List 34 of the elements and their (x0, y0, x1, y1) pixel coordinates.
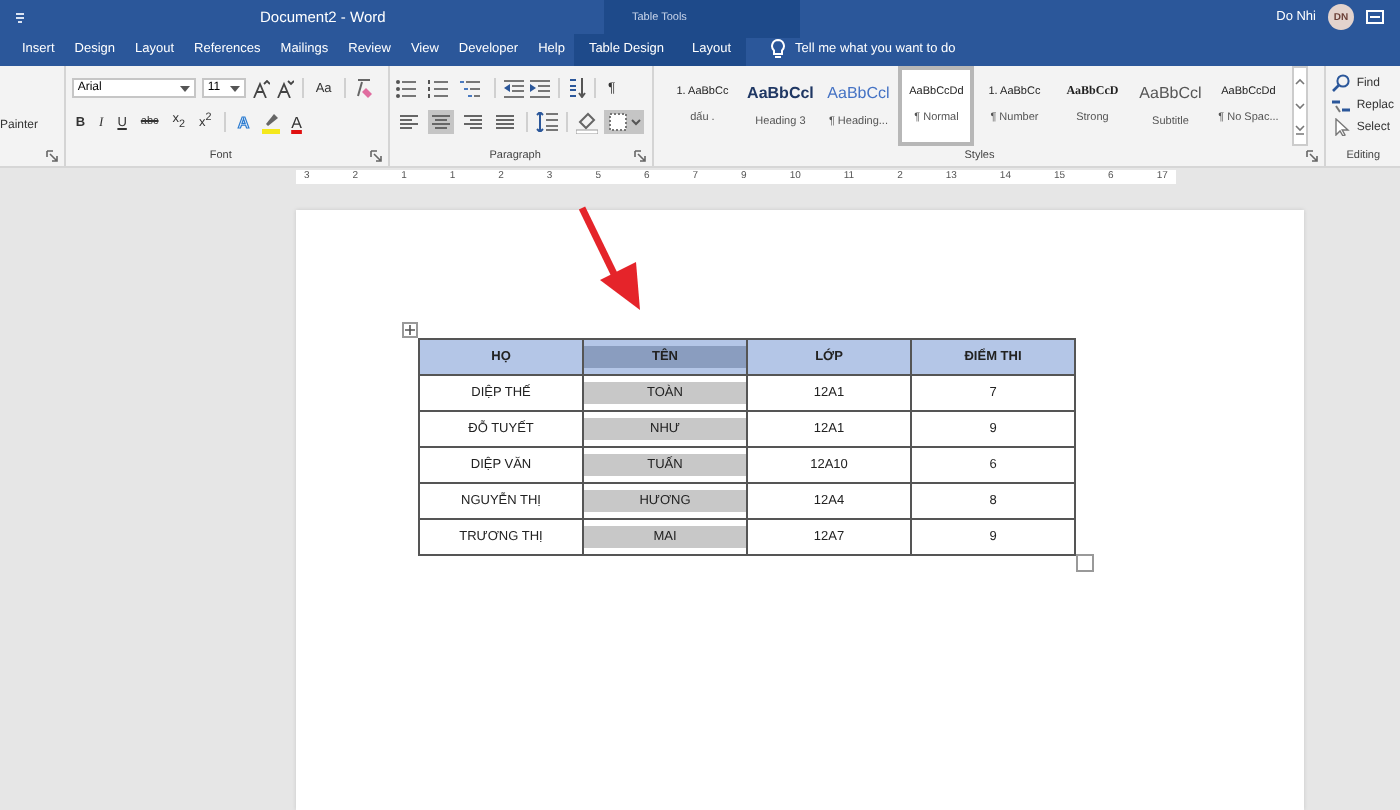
lightbulb-icon (769, 38, 786, 61)
dialog-launcher-icon[interactable] (45, 149, 58, 162)
table-move-handle-icon[interactable] (402, 321, 418, 338)
cursor-icon (1332, 118, 1351, 137)
grow-font-icon[interactable] (251, 79, 270, 98)
dialog-launcher-icon[interactable] (1306, 149, 1319, 162)
borders-icon[interactable] (603, 110, 644, 135)
align-center-icon[interactable] (427, 110, 454, 135)
caret-icon[interactable] (229, 85, 240, 92)
ribbon-display-icon[interactable] (1366, 10, 1384, 25)
gallery-scroll-icon[interactable] (1292, 65, 1309, 146)
align-right-icon[interactable] (459, 110, 486, 135)
decrease-indent-icon[interactable] (503, 79, 524, 98)
increase-indent-icon[interactable] (529, 79, 550, 98)
numbering-icon[interactable] (427, 79, 454, 98)
table-resize-handle[interactable] (1076, 553, 1094, 572)
replace-icon (1332, 96, 1351, 115)
pointer-arrow (576, 205, 644, 310)
bullets-icon[interactable] (395, 79, 422, 98)
quick-access-icon[interactable] (16, 11, 24, 24)
shading-icon[interactable] (575, 111, 598, 134)
caret-icon[interactable] (179, 85, 190, 92)
align-left-icon[interactable] (395, 110, 422, 135)
font-color-button[interactable]: A (287, 113, 306, 132)
dialog-launcher-icon[interactable] (369, 149, 382, 162)
align-justify-icon[interactable] (491, 110, 518, 135)
sort-icon[interactable] (567, 78, 586, 99)
shrink-font-icon[interactable] (275, 79, 294, 98)
clear-formatting-icon[interactable] (353, 78, 374, 99)
line-spacing-icon[interactable] (535, 112, 558, 133)
highlighter-icon[interactable] (259, 111, 282, 134)
search-icon (1332, 74, 1351, 93)
dialog-launcher-icon[interactable] (634, 149, 647, 162)
multilevel-list-icon[interactable] (459, 79, 486, 98)
